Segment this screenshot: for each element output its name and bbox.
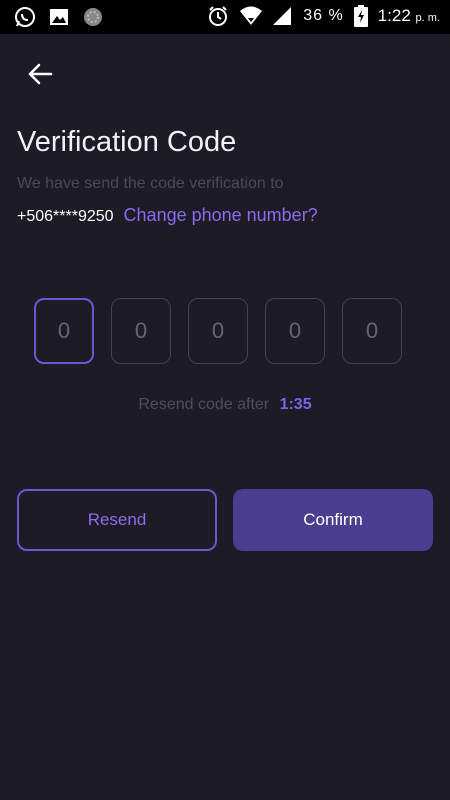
back-button[interactable]	[20, 54, 60, 94]
wifi-icon	[239, 5, 263, 27]
phone-row: +506****9250 Change phone number?	[17, 205, 318, 226]
code-input-group: 0 0 0 0 0	[34, 298, 402, 364]
gallery-icon	[48, 6, 70, 28]
sync-icon	[82, 6, 104, 28]
battery-percent: 36 %	[303, 7, 344, 24]
verification-screen: 36 % 1:22 p. m. Verification Code We hav…	[0, 0, 450, 800]
status-bar-system: 36 % 1:22 p. m.	[207, 5, 440, 27]
clock-suffix: p. m.	[415, 12, 440, 24]
change-phone-link[interactable]: Change phone number?	[124, 205, 318, 226]
page-title: Verification Code	[17, 126, 237, 158]
status-bar: 36 % 1:22 p. m.	[0, 0, 450, 34]
code-digit-1[interactable]: 0	[34, 298, 94, 364]
resend-countdown-timer: 1:35	[279, 396, 312, 413]
code-digit-4[interactable]: 0	[265, 298, 325, 364]
resend-countdown: Resend code after 1:35	[0, 396, 450, 414]
page-subtitle: We have send the code verification to	[17, 175, 284, 192]
code-digit-5[interactable]: 0	[342, 298, 402, 364]
whatsapp-icon	[14, 6, 36, 28]
status-time: 1:22 p. m.	[378, 6, 440, 26]
signal-icon	[271, 5, 293, 27]
phone-number: +506****9250	[17, 208, 114, 225]
battery-charging-icon	[353, 5, 368, 27]
code-digit-2[interactable]: 0	[111, 298, 171, 364]
resend-countdown-label: Resend code after	[138, 396, 270, 413]
alarm-icon	[207, 5, 229, 27]
code-digit-3[interactable]: 0	[188, 298, 248, 364]
confirm-button[interactable]: Confirm	[233, 489, 433, 551]
status-bar-notifications	[14, 6, 104, 28]
clock-time: 1:22	[377, 6, 411, 25]
arrow-left-icon	[28, 63, 53, 85]
resend-button[interactable]: Resend	[17, 489, 217, 551]
